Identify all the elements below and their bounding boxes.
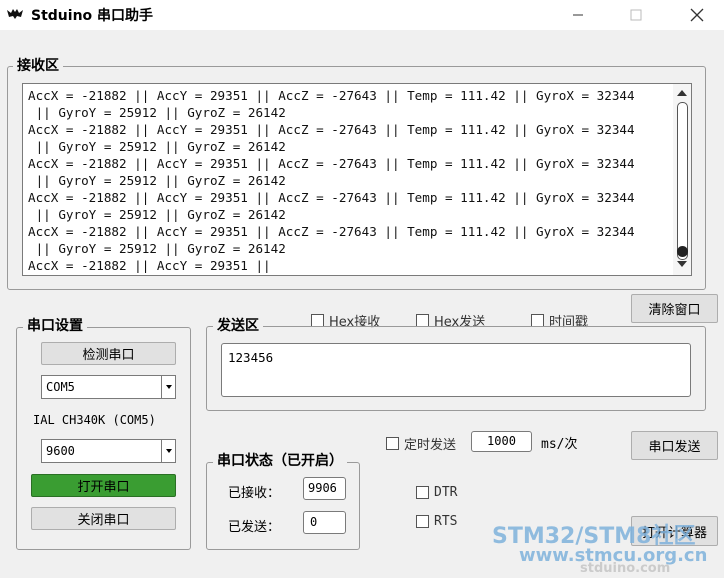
- chevron-down-icon[interactable]: [161, 376, 175, 398]
- scroll-thumb[interactable]: [677, 246, 688, 257]
- dtr-box[interactable]: [416, 486, 429, 499]
- send-textarea[interactable]: 123456: [221, 343, 691, 397]
- dtr-checkbox[interactable]: DTR: [416, 485, 457, 500]
- interval-input[interactable]: 1000: [471, 431, 532, 452]
- send-group-title: 发送区: [213, 318, 263, 334]
- baud-select-value: 9600: [46, 444, 75, 458]
- receive-textarea[interactable]: AccX = -21882 || AccY = 29351 || AccZ = …: [22, 83, 692, 276]
- sent-label: 已发送：: [228, 520, 281, 535]
- rts-checkbox[interactable]: RTS: [416, 514, 457, 529]
- maximize-button[interactable]: [613, 0, 659, 30]
- rts-box[interactable]: [416, 515, 429, 528]
- clear-window-button[interactable]: 清除窗口: [631, 294, 718, 323]
- chevron-down-icon[interactable]: [161, 440, 175, 462]
- sent-count-value: 0: [310, 515, 318, 529]
- timed-send-label: 定时发送: [404, 438, 457, 453]
- receive-scrollbar[interactable]: [673, 84, 691, 275]
- port-select-value: COM5: [46, 380, 75, 394]
- receive-text: AccX = -21882 || AccY = 29351 || AccZ = …: [28, 88, 635, 273]
- received-count-field: 9906: [303, 477, 346, 500]
- status-group-title: 串口状态（已开启）: [213, 453, 347, 469]
- maximize-icon: [630, 9, 642, 21]
- rts-label: RTS: [434, 514, 458, 529]
- open-calculator-button[interactable]: 打开计算器: [631, 516, 718, 546]
- timed-send-box[interactable]: [386, 437, 399, 450]
- minimize-button[interactable]: [555, 0, 601, 30]
- receive-group-title: 接收区: [13, 58, 63, 74]
- serial-send-button[interactable]: 串口发送: [631, 431, 718, 460]
- status-group: [206, 462, 360, 550]
- title-bar: Stduino 串口助手: [0, 0, 724, 30]
- dtr-label: DTR: [434, 485, 458, 500]
- baud-select[interactable]: 9600: [41, 439, 176, 463]
- sent-count-field: 0: [303, 511, 346, 534]
- close-button[interactable]: [674, 0, 720, 30]
- close-icon: [690, 8, 704, 22]
- serial-settings-title: 串口设置: [23, 318, 87, 334]
- interval-unit: ms/次: [541, 437, 578, 452]
- minimize-icon: [573, 14, 583, 16]
- scroll-down-icon[interactable]: [677, 261, 687, 267]
- scroll-up-icon[interactable]: [677, 90, 687, 96]
- timed-send-checkbox[interactable]: 定时发送: [386, 434, 456, 453]
- bat-logo-icon: [7, 9, 23, 19]
- interval-value: 1000: [487, 434, 516, 448]
- open-port-button[interactable]: 打开串口: [31, 474, 176, 497]
- window-title: Stduino 串口助手: [31, 8, 154, 24]
- port-select[interactable]: COM5: [41, 375, 176, 399]
- scroll-track[interactable]: [677, 102, 688, 260]
- port-description: IAL CH340K (COM5): [33, 413, 156, 427]
- close-port-button[interactable]: 关闭串口: [31, 507, 176, 530]
- detect-port-button[interactable]: 检测串口: [41, 342, 176, 365]
- received-label: 已接收：: [228, 486, 281, 501]
- received-count-value: 9906: [308, 481, 337, 495]
